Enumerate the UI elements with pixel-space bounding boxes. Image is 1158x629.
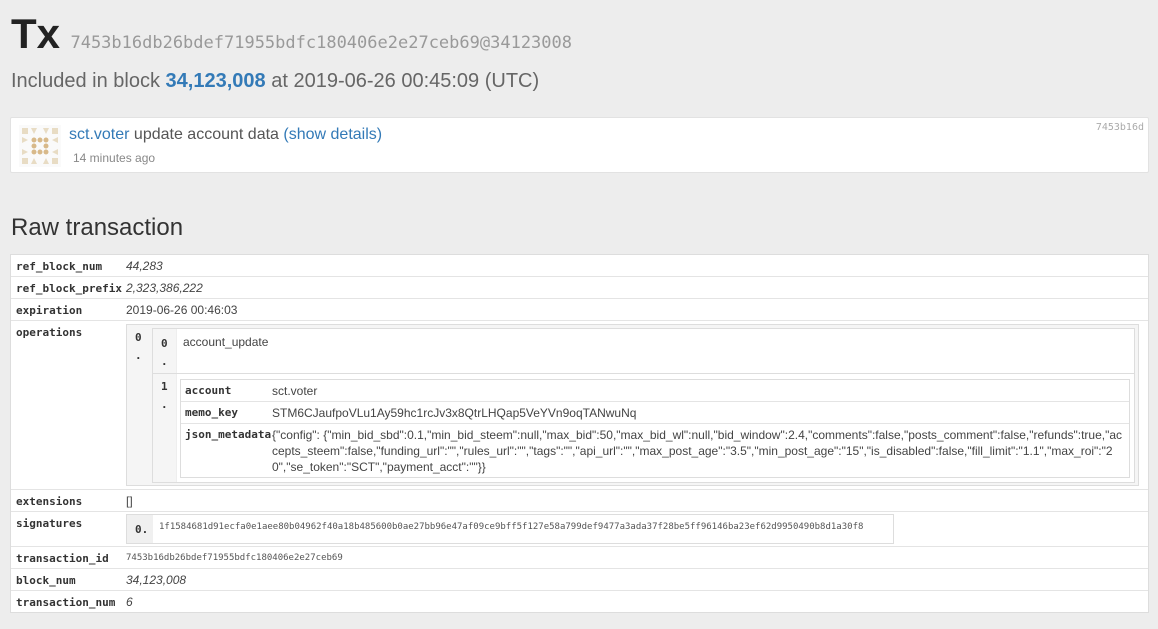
tx-block-ref: @34123008 [479, 33, 572, 53]
signatures-value: 0. 1f1584681d91ecfa0e1aee80b04962f40a18b… [126, 512, 1148, 546]
row-key: extensions [16, 495, 83, 508]
field-value: sct.voter [272, 384, 318, 398]
row-key: block_num [16, 574, 76, 587]
page-header: Tx 7453b16db26bdef71955bdfc180406e2e27ce… [11, 10, 572, 58]
row-value: 2019-06-26 00:46:03 [126, 303, 238, 317]
field-row: json_metadata {"config": {"min_bid_sbd":… [181, 424, 1129, 477]
row-value: 2,323,386,222 [126, 281, 203, 295]
raw-transaction-heading: Raw transaction [11, 214, 184, 241]
show-details-link[interactable]: (show details) [283, 126, 382, 143]
operations-value: 0 . 0 . account_update 1 . account sct.v… [126, 321, 1148, 489]
operation-fields: account sct.voter memo_key STM6CJaufpoVL… [180, 379, 1130, 478]
operation-name: account_update [183, 335, 269, 349]
row-key: transaction_id [16, 552, 109, 565]
row-value: 6 [126, 595, 133, 609]
table-row: transaction_num 6 [11, 591, 1148, 612]
row-key: expiration [16, 304, 83, 317]
row-key: transaction_num [16, 596, 116, 609]
signature-value: 1f1584681d91ecfa0e1aee80b04962f40a18b485… [159, 522, 864, 532]
block-link[interactable]: 34,123,008 [166, 70, 266, 92]
table-row: block_num 34,123,008 [11, 569, 1148, 591]
operation-short-id[interactable]: 7453b16d [1096, 122, 1144, 133]
field-value: {"config": {"min_bid_sbd":0.1,"min_bid_s… [272, 428, 1123, 474]
table-row: transaction_id 7453b16db26bdef71955bdfc1… [11, 547, 1148, 569]
op-name-index: 0 . [153, 329, 177, 373]
row-value: 44,283 [126, 259, 163, 273]
table-row: expiration 2019-06-26 00:46:03 [11, 299, 1148, 321]
field-key: json_metadata [185, 428, 272, 441]
row-key: operations [16, 326, 83, 339]
tx-hash: 7453b16db26bdef71955bdfc180406e2e27ceb69… [70, 33, 572, 53]
operation-card: sct.voter update account data (show deta… [10, 117, 1149, 173]
table-row: ref_block_prefix 2,323,386,222 [11, 277, 1148, 299]
table-row: signatures 0. 1f1584681d91ecfa0e1aee80b0… [11, 512, 1148, 547]
signature-item: 0. 1f1584681d91ecfa0e1aee80b04962f40a18b… [126, 514, 894, 544]
table-row: extensions [] [11, 490, 1148, 512]
raw-transaction-table: ref_block_num 44,283 ref_block_prefix 2,… [10, 254, 1149, 613]
operation-summary: sct.voter update account data (show deta… [69, 126, 382, 144]
row-value: 34,123,008 [126, 573, 187, 587]
identicon-avatar-icon[interactable] [19, 125, 61, 167]
field-key: account [185, 384, 232, 397]
row-value: [] [126, 494, 133, 508]
page-title: Tx [11, 10, 61, 57]
row-key: ref_block_num [16, 260, 103, 273]
operation-action: update account data [133, 126, 279, 143]
row-key: ref_block_prefix [16, 282, 122, 295]
included-in-block: Included in block 34,123,008 at 2019-06-… [11, 70, 540, 92]
field-key: memo_key [185, 406, 238, 419]
signature-index: 0. [127, 515, 153, 543]
field-row: account sct.voter [181, 380, 1129, 402]
table-row: operations 0 . 0 . account_update 1 . ac… [11, 321, 1148, 490]
row-value: 7453b16db26bdef71955bdfc180406e2e27ceb69 [126, 553, 343, 563]
operation-detail: 0 . account_update 1 . account sct.voter [152, 328, 1135, 483]
operation-list: 0 . 0 . account_update 1 . account sct.v… [126, 324, 1139, 486]
field-value: STM6CJaufpoVLu1Ay59hc1rcJv3x8QtrLHQap5Ve… [272, 406, 637, 420]
row-key: signatures [16, 517, 83, 530]
field-row: memo_key STM6CJaufpoVLu1Ay59hc1rcJv3x8Qt… [181, 402, 1129, 424]
account-link[interactable]: sct.voter [69, 126, 129, 143]
operation-index: 0 . [135, 331, 142, 362]
operation-time: 14 minutes ago [73, 151, 156, 165]
table-row: ref_block_num 44,283 [11, 255, 1148, 277]
op-fields-index: 1 . [153, 374, 177, 482]
